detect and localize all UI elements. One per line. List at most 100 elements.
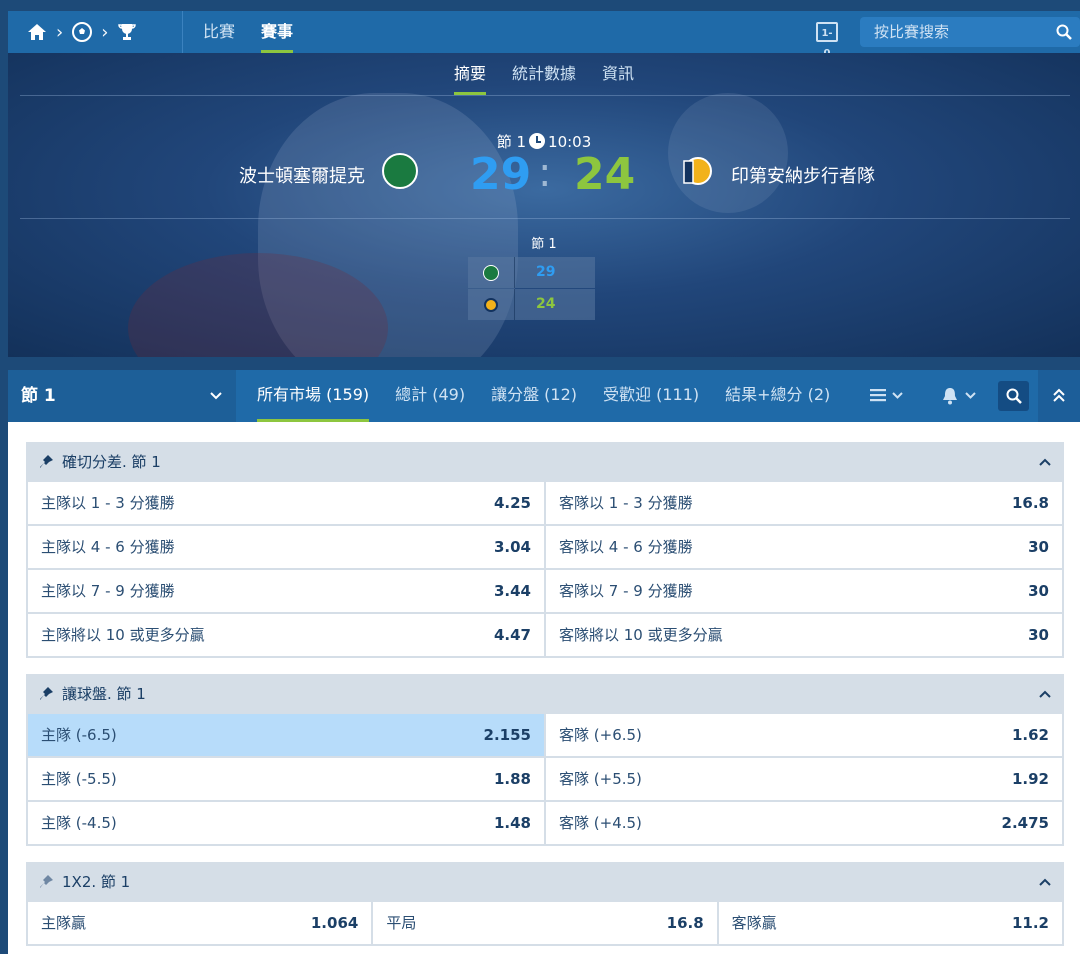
outcome-label: 主隊 (-6.5)	[41, 726, 117, 744]
nav-matches[interactable]: 比賽	[203, 11, 235, 53]
odds-row: 主隊 (-6.5) 2.155 客隊 (+6.5) 1.62	[26, 714, 1064, 756]
odds-row: 主隊贏 1.064 平局 16.8 客隊贏 11.2	[26, 902, 1064, 944]
chevron-down-icon	[210, 392, 222, 400]
top-bar: › › 比賽 賽事 1-0 按比賽搜索	[8, 11, 1080, 59]
odds-button[interactable]: 客隊 (+6.5) 1.62	[546, 714, 1062, 756]
soccer-ball-icon[interactable]	[71, 21, 93, 43]
odds-button[interactable]: 平局 16.8	[373, 902, 717, 944]
odds-button[interactable]: 客隊 (+4.5) 2.475	[546, 802, 1062, 844]
market-search-button[interactable]	[998, 381, 1029, 411]
outcome-label: 客隊以 4 - 6 分獲勝	[559, 538, 693, 556]
odds-button[interactable]: 主隊以 4 - 6 分獲勝 3.04	[28, 526, 544, 568]
odds-value: 16.8	[666, 914, 704, 932]
tab-result-total[interactable]: 結果+總分 (2)	[725, 370, 830, 422]
tab-all-markets[interactable]: 所有市場 (159)	[257, 370, 370, 422]
outcome-label: 客隊將以 10 或更多分贏	[559, 626, 723, 644]
odds-value: 4.25	[493, 494, 531, 512]
chevron-right-icon: ›	[101, 21, 109, 43]
market-group-header[interactable]: 讓球盤. 節 1	[26, 674, 1064, 714]
markets-list: 確切分差. 節 1 主隊以 1 - 3 分獲勝 4.25 客隊以 1 - 3 分獲…	[8, 422, 1080, 954]
pacers-logo-icon	[484, 297, 498, 312]
outcome-label: 客隊 (+5.5)	[559, 770, 642, 788]
odds-value: 30	[1028, 538, 1049, 556]
pin-icon[interactable]	[38, 874, 54, 890]
odds-value: 16.8	[1011, 494, 1049, 512]
odds-value: 1.064	[310, 914, 359, 932]
odds-button[interactable]: 客隊將以 10 或更多分贏 30	[546, 614, 1062, 656]
market-group-header[interactable]: 確切分差. 節 1	[26, 442, 1064, 482]
home-score: 29	[470, 149, 532, 200]
odds-button[interactable]: 客隊以 7 - 9 分獲勝 30	[546, 570, 1062, 612]
away-score: 24	[574, 149, 636, 200]
search-icon[interactable]	[1056, 24, 1072, 40]
home-icon[interactable]	[26, 22, 48, 42]
nav-events[interactable]: 賽事	[261, 11, 294, 53]
outcome-label: 客隊以 1 - 3 分獲勝	[559, 494, 693, 512]
tab-info[interactable]: 資訊	[602, 53, 634, 95]
odds-value: 1.62	[1011, 726, 1049, 744]
chevron-up-icon[interactable]	[1038, 689, 1052, 699]
market-bar: 節 1 所有市場 (159) 總計 (49) 讓分盤 (12) 受歡迎 (111…	[8, 370, 1080, 422]
tab-totals[interactable]: 總計 (49)	[395, 370, 465, 422]
tab-statistics[interactable]: 統計數據	[512, 53, 576, 95]
divider	[182, 11, 183, 53]
odds-row: 主隊 (-4.5) 1.48 客隊 (+4.5) 2.475	[26, 802, 1064, 844]
outcome-label: 主隊 (-4.5)	[41, 814, 117, 832]
quarter-score-table: 29 24	[468, 257, 595, 321]
odds-value: 30	[1028, 582, 1049, 600]
odds-value: 1.92	[1011, 770, 1049, 788]
odds-row: 主隊將以 10 或更多分贏 4.47 客隊將以 10 或更多分贏 30	[26, 614, 1064, 656]
odds-button[interactable]: 主隊將以 10 或更多分贏 4.47	[28, 614, 544, 656]
outcome-label: 客隊以 7 - 9 分獲勝	[559, 582, 693, 600]
search-input[interactable]: 按比賽搜索	[860, 17, 1080, 47]
odds-button[interactable]: 主隊以 7 - 9 分獲勝 3.44	[28, 570, 544, 612]
chevron-up-icon[interactable]	[1038, 457, 1052, 467]
odds-value: 2.475	[1001, 814, 1049, 832]
pin-icon[interactable]	[38, 454, 54, 470]
odds-value: 2.155	[483, 726, 531, 744]
bell-icon[interactable]	[941, 386, 979, 406]
outcome-label: 主隊以 4 - 6 分獲勝	[41, 538, 175, 556]
period-selector-label: 節 1	[21, 386, 56, 406]
odds-button[interactable]: 主隊 (-4.5) 1.48	[28, 802, 544, 844]
home-team-name: 波士頓塞爾提克	[239, 166, 365, 187]
outcome-label: 客隊贏	[731, 914, 777, 932]
odds-value: 4.47	[493, 626, 531, 644]
tab-handicap[interactable]: 讓分盤 (12)	[491, 370, 577, 422]
outcome-label: 主隊將以 10 或更多分贏	[41, 626, 205, 644]
odds-value: 11.2	[1011, 914, 1049, 932]
double-chevron-up-icon	[1053, 388, 1065, 402]
match-header: 摘要 統計數據 資訊 節 1 10:03 波士頓塞爾提克 29 : 24 印第安納…	[8, 53, 1080, 357]
odds-value: 3.44	[493, 582, 531, 600]
odds-button[interactable]: 主隊贏 1.064	[28, 902, 372, 944]
odds-button[interactable]: 客隊 (+5.5) 1.92	[546, 758, 1062, 800]
outcome-label: 主隊 (-5.5)	[41, 770, 117, 788]
match-subtabs: 摘要 統計數據 資訊	[8, 53, 1080, 95]
quarter-label: 節 1	[531, 237, 557, 252]
home-quarter-score: 29	[536, 264, 556, 280]
odds-button[interactable]: 主隊 (-5.5) 1.88	[28, 758, 544, 800]
market-group-header[interactable]: 1X2. 節 1	[26, 862, 1064, 902]
tab-summary[interactable]: 摘要	[453, 53, 486, 95]
period-selector[interactable]: 節 1	[8, 370, 236, 422]
quarter-row-home: 29	[468, 257, 595, 288]
market-group-title: 確切分差. 節 1	[62, 453, 161, 471]
search-placeholder: 按比賽搜索	[874, 23, 950, 41]
odds-button[interactable]: 客隊贏 11.2	[718, 902, 1062, 944]
top-nav: 比賽 賽事	[203, 11, 294, 53]
odds-button[interactable]: 客隊以 4 - 6 分獲勝 30	[546, 526, 1062, 568]
tab-popular[interactable]: 受歡迎 (111)	[603, 370, 699, 422]
odds-button[interactable]: 客隊以 1 - 3 分獲勝 16.8	[546, 482, 1062, 524]
outcome-label: 主隊贏	[41, 914, 87, 932]
market-group-title: 1X2. 節 1	[62, 873, 131, 891]
score-separator: :	[538, 150, 552, 196]
odds-button-selected[interactable]: 主隊 (-6.5) 2.155	[28, 714, 544, 756]
trophy-icon[interactable]	[116, 21, 138, 43]
market-group: 讓球盤. 節 1 主隊 (-6.5) 2.155 客隊 (+6.5) 1.62 主隊…	[26, 674, 1064, 846]
collapse-button[interactable]	[1038, 370, 1080, 422]
odds-button[interactable]: 主隊以 1 - 3 分獲勝 4.25	[28, 482, 544, 524]
pin-icon[interactable]	[38, 686, 54, 702]
scoreboard-icon[interactable]: 1-0	[816, 22, 838, 59]
chevron-up-icon[interactable]	[1038, 877, 1052, 887]
list-menu-icon[interactable]	[870, 388, 906, 404]
